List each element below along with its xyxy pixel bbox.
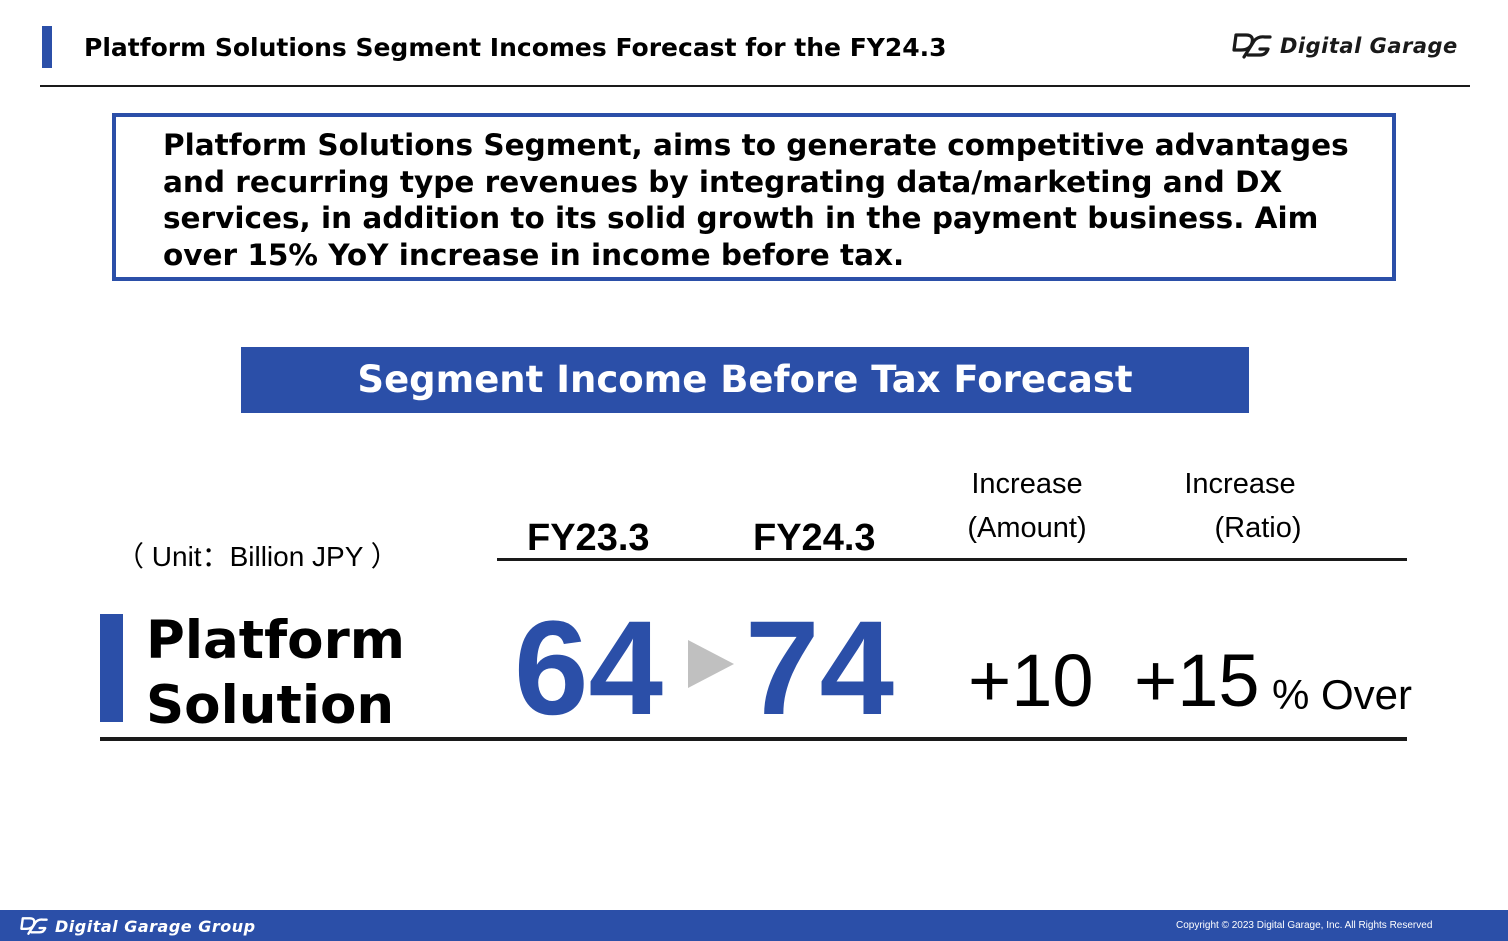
footer-logo: Digital Garage Group — [20, 914, 256, 938]
column-header-increase-ratio: Increase (Ratio) — [1160, 466, 1320, 546]
value-increase-amount: +10 — [968, 639, 1094, 722]
row-divider — [100, 737, 1407, 741]
footer-brand: Digital Garage Group — [55, 916, 256, 936]
title-accent-bar — [42, 26, 52, 68]
key-message-box: Platform Solutions Segment, aims to gene… — [112, 113, 1396, 281]
triangle-right-icon — [688, 640, 734, 688]
copyright-notice: Copyright © 2023 Digital Garage, Inc. Al… — [1176, 920, 1433, 931]
column-header-ratio-line2: (Ratio) — [1214, 512, 1302, 544]
footer-bar: Digital Garage Group Copyright © 2023 Di… — [0, 910, 1508, 941]
row-accent-bar — [100, 614, 123, 722]
value-increase-ratio: +15 — [1134, 639, 1260, 722]
page-title: Platform Solutions Segment Incomes Forec… — [84, 33, 947, 62]
column-header-ratio-line1: Increase — [1184, 468, 1296, 500]
header-divider — [497, 558, 1407, 561]
column-header-amount-line2: (Amount) — [967, 512, 1087, 544]
value-fy24: 74 — [745, 594, 895, 743]
key-message-text: Platform Solutions Segment, aims to gene… — [163, 128, 1349, 272]
section-title-banner: Segment Income Before Tax Forecast — [241, 347, 1249, 413]
column-header-amount-line1: Increase — [971, 468, 1083, 500]
value-fy23: 64 — [514, 594, 664, 743]
dg-footer-logo-icon — [20, 917, 48, 935]
dg-logo-icon — [1232, 33, 1272, 59]
row-label-line1: Platform — [146, 610, 405, 671]
column-header-increase-amount: Increase (Amount) — [952, 466, 1102, 546]
brand-name: Digital Garage — [1280, 34, 1458, 58]
ratio-suffix: % Over — [1272, 671, 1413, 718]
title-divider — [40, 85, 1470, 87]
row-label-line2: Solution — [146, 675, 395, 736]
column-header-fy24: FY24.3 — [753, 517, 876, 559]
brand-logo: Digital Garage — [1232, 28, 1458, 64]
unit-label: （ Unit：Billion JPY ） — [116, 541, 399, 572]
column-header-fy23: FY23.3 — [527, 517, 650, 559]
row-label-platform-solution: Platform Solution — [146, 608, 405, 738]
